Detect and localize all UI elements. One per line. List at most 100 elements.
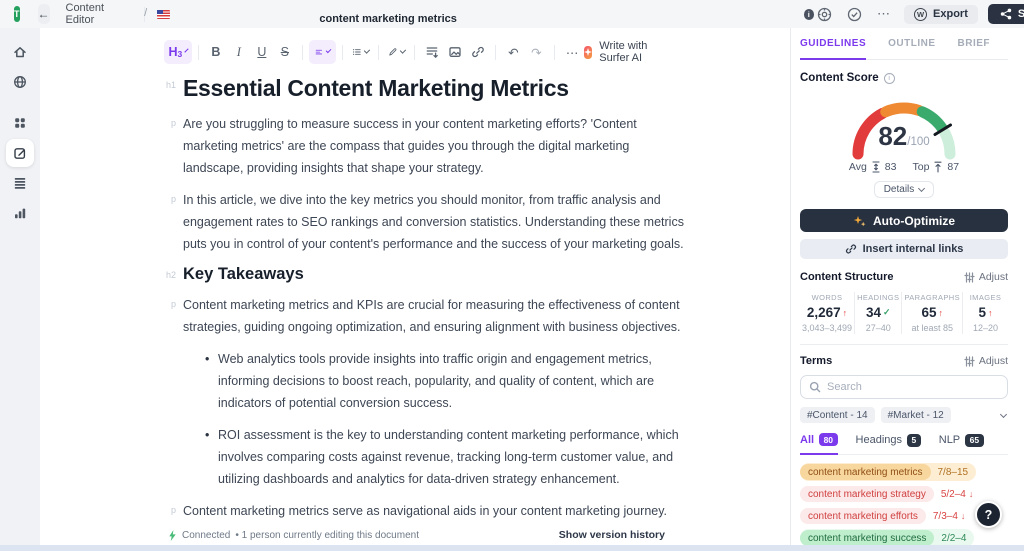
- terms-tab-all[interactable]: All 80: [800, 433, 838, 455]
- document-h1[interactable]: Essential Content Marketing Metrics: [183, 75, 688, 102]
- content-score-gauge: 82/100: [839, 84, 969, 164]
- chevron-down-icon: [184, 48, 189, 53]
- insert-block-button[interactable]: [420, 40, 443, 64]
- search-icon: [809, 381, 821, 393]
- export-button[interactable]: W Export: [904, 4, 978, 24]
- home-icon[interactable]: [6, 38, 34, 66]
- search-input[interactable]: [827, 381, 999, 393]
- top-bar: T ← Content Editor / content marketing m…: [0, 0, 1024, 28]
- back-button[interactable]: ←: [37, 4, 50, 24]
- document-paragraph[interactable]: Content marketing metrics and KPIs are c…: [183, 294, 688, 338]
- chip-market[interactable]: #Market - 12: [880, 407, 951, 423]
- paragraph-block: p Are you struggling to measure success …: [171, 113, 688, 179]
- document-info-icon[interactable]: i: [803, 8, 815, 20]
- terms-adjust-button[interactable]: Adjust: [964, 355, 1008, 367]
- apps-grid-icon[interactable]: [6, 109, 34, 137]
- write-with-surfer-ai-button[interactable]: Write with Surfer AI: [583, 40, 662, 64]
- document-body[interactable]: h1 Essential Content Marketing Metrics p…: [166, 75, 688, 545]
- sliders-icon: [964, 355, 975, 367]
- notes-icon[interactable]: [6, 169, 34, 197]
- document-paragraph[interactable]: Are you struggling to measure success in…: [183, 113, 688, 179]
- down-arrow-icon: ↓: [968, 489, 974, 499]
- link-icon: [471, 46, 484, 58]
- saved-check-icon[interactable]: [844, 4, 864, 24]
- stat-indicator: ↑: [938, 307, 943, 318]
- chevron-down-icon: [325, 47, 332, 54]
- terms-header: Terms Adjust: [800, 355, 1008, 367]
- heading-style-button[interactable]: H3: [164, 40, 192, 64]
- insert-below-icon: [426, 47, 438, 58]
- highlighter-button[interactable]: [385, 40, 408, 64]
- terms-tab-nlp[interactable]: NLP 65: [939, 433, 984, 454]
- insert-internal-links-button[interactable]: Insert internal links: [800, 239, 1008, 259]
- count-badge: 65: [965, 433, 984, 447]
- wordpress-icon: W: [914, 7, 928, 21]
- document-paragraph[interactable]: In this article, we dive into the key me…: [183, 189, 688, 255]
- toolbar-more-button[interactable]: ⋯: [561, 40, 584, 64]
- auto-optimize-button[interactable]: Auto-Optimize: [800, 209, 1008, 232]
- terms-tab-headings[interactable]: Headings 5: [856, 433, 921, 454]
- image-icon: [449, 47, 461, 57]
- globe-icon[interactable]: [6, 68, 34, 96]
- structure-adjust-button[interactable]: Adjust: [964, 271, 1008, 283]
- editor-status-bar: Connected • 1 person currently editing t…: [40, 525, 790, 545]
- content-editor-icon[interactable]: [6, 139, 34, 167]
- breadcrumb-app[interactable]: Content Editor: [66, 2, 133, 26]
- stat-paragraphs: PARAGRAPHS 65 ↑ at least 85: [901, 292, 962, 334]
- window-bottom-edge: [0, 545, 1024, 551]
- stat-indicator: ✓: [882, 307, 891, 317]
- editor-pane: H3 B I U S ↶ ↷ ⋯ Write with Surfer AI h1…: [40, 28, 790, 545]
- score-number: 82: [878, 121, 908, 151]
- auto-optimize-label: Auto-Optimize: [873, 213, 955, 228]
- link-button[interactable]: [466, 40, 489, 64]
- image-button[interactable]: [443, 40, 466, 64]
- breadcrumb: Content Editor / content marketing metri…: [66, 2, 815, 26]
- info-icon[interactable]: i: [883, 72, 895, 84]
- score-value: 82/100: [839, 121, 969, 152]
- sparkles-icon: [853, 216, 866, 227]
- term-pill[interactable]: content marketing metrics 7/8–15: [800, 463, 977, 481]
- show-version-history-link[interactable]: Show version history: [559, 529, 665, 541]
- block-tag-label: p: [170, 505, 176, 515]
- block-tag-label: p: [170, 299, 176, 309]
- term-pill[interactable]: content marketing efforts 7/3–4 ↓: [800, 507, 968, 525]
- document-title[interactable]: content marketing metrics: [319, 13, 797, 25]
- workspace-avatar[interactable]: T: [14, 6, 20, 22]
- heading-block: h1 Essential Content Marketing Metrics: [166, 75, 688, 102]
- share-icon: [1000, 8, 1012, 20]
- list-button[interactable]: [349, 40, 372, 64]
- block-tag-label: h1: [165, 80, 176, 90]
- italic-button[interactable]: I: [227, 40, 250, 64]
- redo-button[interactable]: ↷: [525, 40, 548, 64]
- paragraph-block: p In this article, we dive into the key …: [171, 189, 688, 255]
- details-button[interactable]: Details: [873, 181, 935, 198]
- tab-brief[interactable]: BRIEF: [958, 38, 991, 59]
- term-pill[interactable]: content marketing strategy 5/2–4 ↓: [800, 485, 976, 503]
- list-item[interactable]: ROI assessment is the key to understandi…: [205, 424, 688, 490]
- content-structure-title: Content Structure: [800, 271, 894, 283]
- block-tag-label: p: [170, 194, 176, 204]
- divider: [800, 344, 1008, 345]
- terms-search[interactable]: [800, 375, 1008, 399]
- align-button[interactable]: [309, 40, 337, 64]
- strikethrough-button[interactable]: S: [273, 40, 296, 64]
- chip-content[interactable]: #Content - 14: [800, 407, 875, 423]
- count-badge: 5: [907, 433, 921, 447]
- list-item[interactable]: Web analytics tools provide insights int…: [205, 348, 688, 414]
- export-label: Export: [933, 8, 968, 20]
- content-structure-header: Content Structure Adjust: [800, 271, 1008, 283]
- analytics-icon[interactable]: [6, 199, 34, 227]
- help-button[interactable]: ?: [975, 501, 1002, 528]
- connected-icon: [169, 529, 176, 541]
- share-button[interactable]: Share: [987, 4, 1024, 24]
- underline-button[interactable]: U: [250, 40, 273, 64]
- chevron-down-icon[interactable]: [999, 410, 1008, 418]
- document-h2[interactable]: Key Takeaways: [183, 265, 688, 284]
- us-flag-icon: [157, 9, 171, 19]
- more-menu-icon[interactable]: ⋯: [874, 4, 894, 24]
- undo-button[interactable]: ↶: [502, 40, 525, 64]
- tab-guidelines[interactable]: GUIDELINES: [800, 38, 867, 60]
- bold-button[interactable]: B: [204, 40, 227, 64]
- settings-icon[interactable]: [814, 4, 834, 24]
- tab-outline[interactable]: OUTLINE: [888, 38, 935, 59]
